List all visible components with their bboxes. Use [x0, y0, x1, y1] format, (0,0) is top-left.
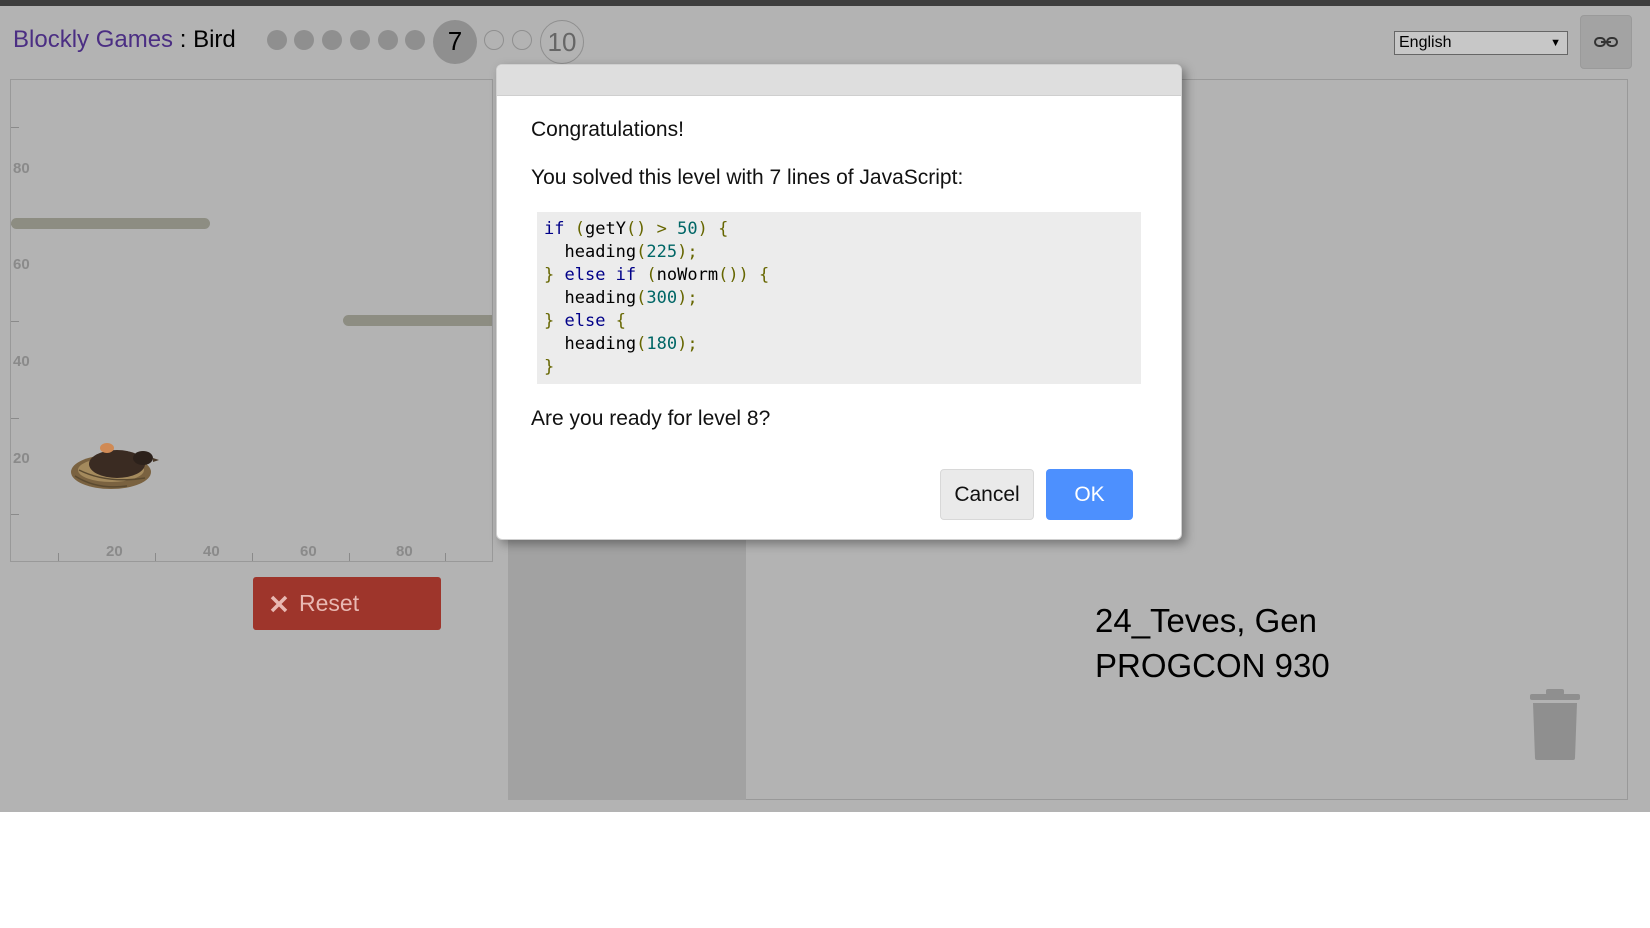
level-4-dot[interactable] — [350, 30, 370, 50]
link-icon — [1594, 37, 1618, 47]
level-1-dot[interactable] — [267, 30, 287, 50]
level-5-dot[interactable] — [378, 30, 398, 50]
bird-visualization: 80 60 40 20 20 40 60 80 — [10, 79, 493, 562]
ok-button[interactable]: OK — [1046, 469, 1133, 520]
y-axis-tick — [11, 127, 19, 128]
watermark-course: PROGCON 930 — [1095, 647, 1330, 684]
language-select[interactable]: English ▼ — [1394, 31, 1568, 55]
game-page: Blockly Games : Bird 7 10 English ▼ 80 6… — [0, 0, 1650, 812]
wall-middle — [343, 315, 492, 326]
cancel-button[interactable]: Cancel — [940, 469, 1034, 520]
app-title-link[interactable]: Blockly Games — [13, 26, 173, 53]
level-9-dot[interactable] — [512, 30, 532, 50]
level-3-dot[interactable] — [322, 30, 342, 50]
page-title: Blockly Games : Bird — [13, 26, 236, 54]
chevron-down-icon: ▼ — [1550, 37, 1561, 49]
game-name: Bird — [193, 26, 236, 53]
x-axis-tick — [445, 553, 446, 561]
wall-upper — [11, 218, 210, 229]
solution-code-block: if (getY() > 50) { heading(225); } else … — [537, 212, 1141, 384]
watermark-name: 24_Teves, Gen — [1095, 602, 1317, 639]
y-axis-tick — [11, 418, 19, 419]
x-axis-label: 20 — [106, 543, 123, 560]
browser-top-bar — [0, 0, 1650, 6]
link-button[interactable] — [1580, 15, 1632, 69]
dialog-heading: Congratulations! — [531, 118, 684, 141]
reset-button-label: Reset — [299, 590, 360, 616]
y-axis-label: 60 — [13, 256, 30, 273]
y-axis-label: 20 — [13, 450, 30, 467]
level-2-dot[interactable] — [294, 30, 314, 50]
student-watermark: 24_Teves, Gen PROGCON 930 — [1095, 598, 1330, 688]
x-axis-tick — [252, 553, 253, 561]
x-axis-label: 40 — [203, 543, 220, 560]
reset-button[interactable]: Reset — [253, 577, 441, 630]
close-icon — [270, 595, 288, 612]
current-level-indicator[interactable]: 7 — [433, 20, 477, 64]
level-8-dot[interactable] — [484, 30, 504, 50]
x-axis-tick — [58, 553, 59, 561]
y-axis-tick — [11, 321, 19, 322]
x-axis-label: 80 — [396, 543, 413, 560]
congratulations-dialog: Congratulations! You solved this level w… — [496, 64, 1182, 540]
level-6-dot[interactable] — [405, 30, 425, 50]
y-axis-label: 40 — [13, 353, 30, 370]
dialog-header — [497, 65, 1181, 96]
y-axis-label: 80 — [13, 160, 30, 177]
x-axis-tick — [349, 553, 350, 561]
dialog-question: Are you ready for level 8? — [531, 407, 771, 430]
bird-on-nest-image — [71, 443, 159, 489]
language-select-value: English — [1399, 34, 1452, 51]
x-axis-label: 60 — [300, 543, 317, 560]
level-10-indicator[interactable]: 10 — [540, 20, 584, 64]
title-separator: : — [173, 26, 194, 53]
dialog-message: You solved this level with 7 lines of Ja… — [531, 166, 964, 189]
y-axis-tick — [11, 514, 19, 515]
x-axis-tick — [155, 553, 156, 561]
trash-icon[interactable] — [1528, 688, 1582, 760]
